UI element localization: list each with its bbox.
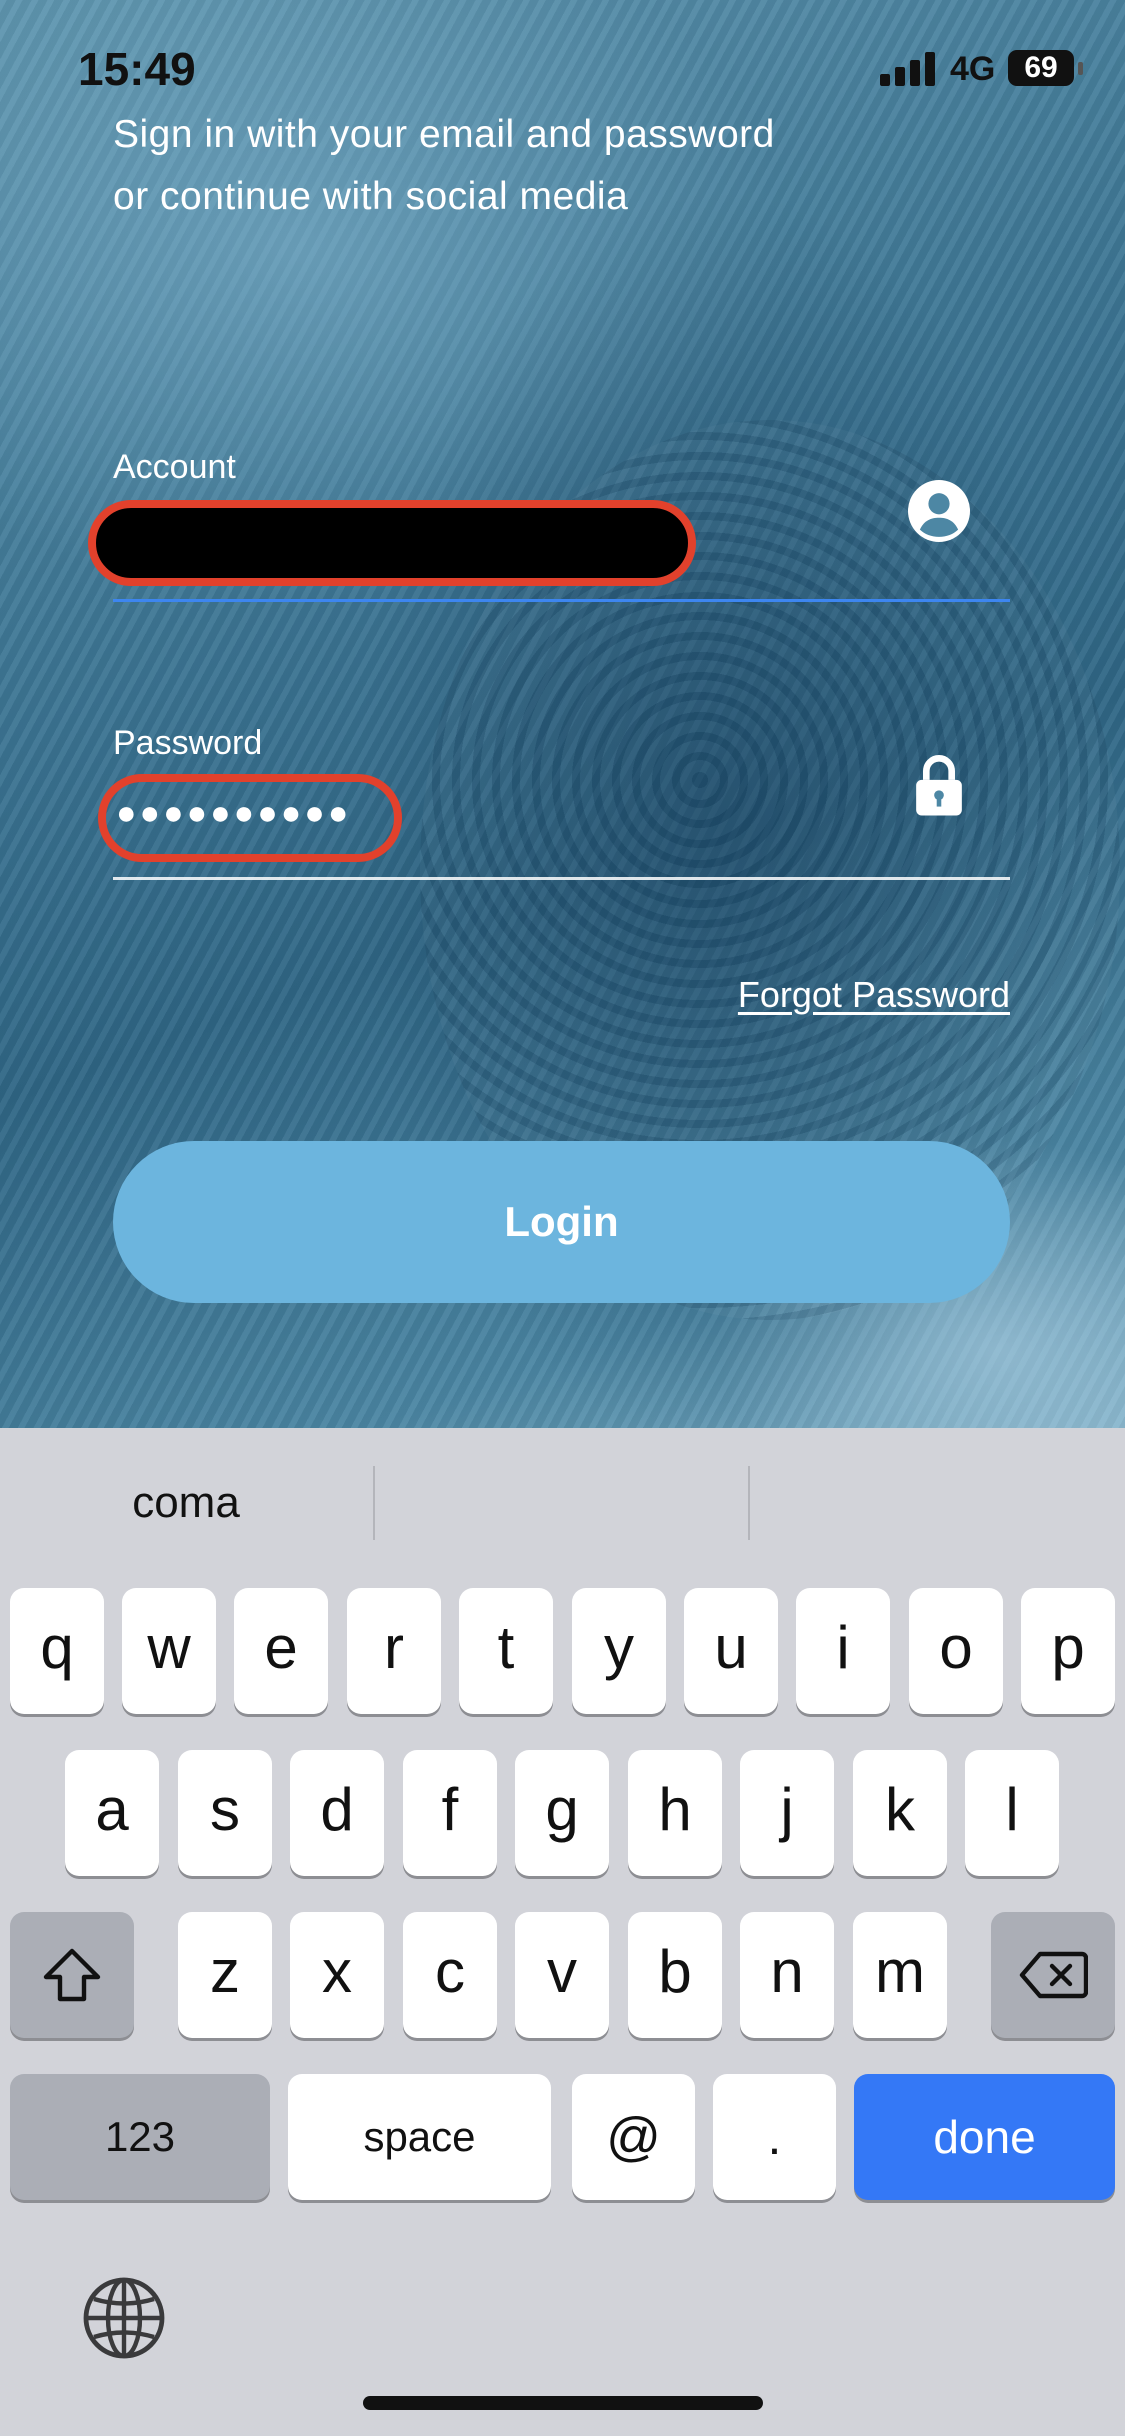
account-underline bbox=[113, 599, 1010, 602]
globe-icon[interactable] bbox=[82, 2276, 166, 2360]
battery-level: 69 bbox=[1024, 51, 1058, 84]
lock-icon bbox=[916, 755, 962, 816]
key-i[interactable]: i bbox=[796, 1588, 890, 1714]
key-y[interactable]: y bbox=[572, 1588, 666, 1714]
account-icon bbox=[908, 480, 970, 542]
key-a[interactable]: a bbox=[65, 1750, 159, 1876]
home-indicator[interactable] bbox=[363, 2396, 763, 2410]
backspace-key[interactable] bbox=[991, 1912, 1115, 2038]
key-f[interactable]: f bbox=[403, 1750, 497, 1876]
shift-key[interactable] bbox=[10, 1912, 134, 2038]
key-o[interactable]: o bbox=[909, 1588, 1003, 1714]
key-n[interactable]: n bbox=[740, 1912, 834, 2038]
key-p[interactable]: p bbox=[1021, 1588, 1115, 1714]
key-u[interactable]: u bbox=[684, 1588, 778, 1714]
key-c[interactable]: c bbox=[403, 1912, 497, 2038]
key-v[interactable]: v bbox=[515, 1912, 609, 2038]
key-x[interactable]: x bbox=[290, 1912, 384, 2038]
key-l[interactable]: l bbox=[965, 1750, 1059, 1876]
key-q[interactable]: q bbox=[10, 1588, 104, 1714]
password-highlight bbox=[98, 774, 402, 862]
forgot-password-link[interactable]: Forgot Password bbox=[738, 974, 1010, 1016]
key-r[interactable]: r bbox=[347, 1588, 441, 1714]
battery-nub bbox=[1078, 62, 1083, 75]
key-t[interactable]: t bbox=[459, 1588, 553, 1714]
account-label: Account bbox=[113, 448, 236, 486]
done-key[interactable]: done bbox=[854, 2074, 1115, 2200]
dot-key[interactable]: . bbox=[713, 2074, 836, 2200]
password-underline bbox=[113, 877, 1010, 880]
backspace-icon bbox=[1019, 1951, 1088, 1999]
login-screen: Sign in with your email and password or … bbox=[0, 0, 1125, 1428]
status-bar: 15:49 4G 69 bbox=[0, 0, 1125, 140]
subtitle-line-2: or continue with social media bbox=[113, 175, 629, 218]
suggestion-bar: coma bbox=[0, 1428, 1125, 1578]
suggestion-3[interactable] bbox=[750, 1458, 1122, 1548]
status-time: 15:49 bbox=[78, 43, 196, 95]
login-button[interactable]: Login bbox=[113, 1141, 1010, 1303]
network-type: 4G bbox=[950, 50, 996, 88]
suggestion-2[interactable] bbox=[375, 1458, 747, 1548]
key-d[interactable]: d bbox=[290, 1750, 384, 1876]
key-z[interactable]: z bbox=[178, 1912, 272, 2038]
key-b[interactable]: b bbox=[628, 1912, 722, 2038]
key-e[interactable]: e bbox=[234, 1588, 328, 1714]
key-k[interactable]: k bbox=[853, 1750, 947, 1876]
keyboard: coma q w e r t y u i o p a s d f g h j k… bbox=[0, 1428, 1125, 2436]
space-key[interactable]: space bbox=[288, 2074, 551, 2200]
at-key[interactable]: @ bbox=[572, 2074, 695, 2200]
key-j[interactable]: j bbox=[740, 1750, 834, 1876]
numbers-key[interactable]: 123 bbox=[10, 2074, 270, 2200]
key-m[interactable]: m bbox=[853, 1912, 947, 2038]
key-w[interactable]: w bbox=[122, 1588, 216, 1714]
key-s[interactable]: s bbox=[178, 1750, 272, 1876]
account-redaction bbox=[88, 500, 696, 586]
suggestion-1[interactable]: coma bbox=[0, 1458, 372, 1548]
battery-icon: 69 bbox=[1008, 50, 1074, 86]
password-label: Password bbox=[113, 724, 263, 762]
key-g[interactable]: g bbox=[515, 1750, 609, 1876]
cellular-signal-icon bbox=[880, 52, 936, 86]
key-h[interactable]: h bbox=[628, 1750, 722, 1876]
shift-icon bbox=[43, 1948, 101, 2002]
